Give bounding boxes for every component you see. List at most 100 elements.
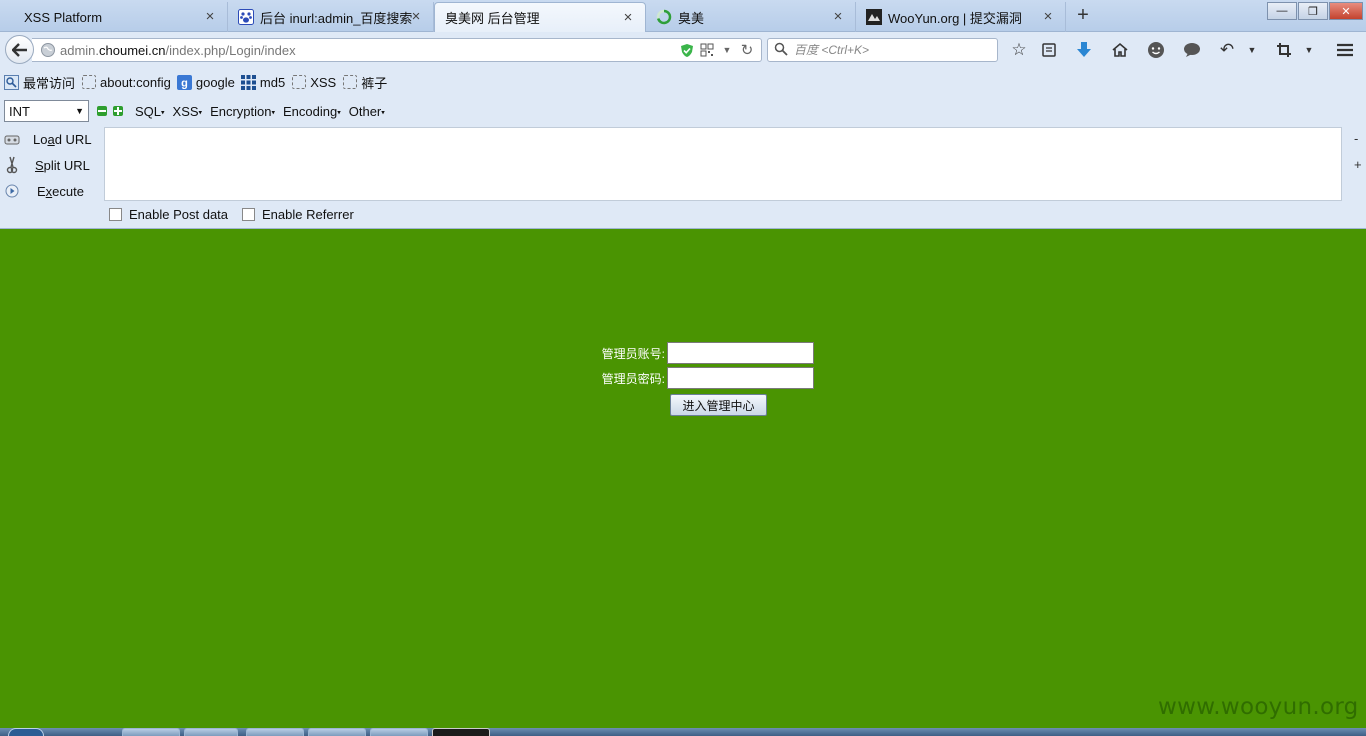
execute-label: Execute	[37, 183, 84, 199]
bookmark-star-icon[interactable]: ☆	[1007, 39, 1031, 61]
menu-sql[interactable]: SQL▾	[135, 104, 165, 119]
bookmark-xss[interactable]: XSS	[291, 75, 336, 90]
chat-bubble-icon[interactable]	[1180, 39, 1204, 61]
password-input[interactable]	[667, 367, 814, 389]
dropdown-icon[interactable]: ▼	[717, 40, 737, 60]
close-icon[interactable]: ×	[409, 8, 423, 25]
blank-page-icon	[81, 75, 96, 90]
grow-textarea-button[interactable]: +	[1354, 157, 1362, 172]
address-bar[interactable]: admin.choumei.cn/index.php/Login/index ▼…	[32, 38, 762, 62]
account-label: 管理员账号:	[601, 346, 665, 361]
start-button[interactable]	[8, 728, 44, 736]
minimize-button[interactable]: —	[1267, 2, 1297, 20]
grid-icon	[240, 74, 256, 90]
load-url-button[interactable]: Load URL	[0, 128, 100, 150]
back-arrow-icon	[11, 42, 27, 57]
bookmark-label: XSS	[310, 74, 337, 90]
crop-icon[interactable]	[1272, 39, 1296, 61]
bookmark-label: about:config	[100, 74, 171, 90]
search-icon	[774, 42, 790, 58]
bookmark-google[interactable]: g google	[176, 74, 235, 90]
taskbar-item[interactable]	[246, 728, 304, 736]
increase-icon[interactable]	[113, 106, 123, 116]
play-icon	[3, 182, 21, 200]
smiley-icon[interactable]	[1144, 39, 1168, 61]
new-tab-button[interactable]: +	[1072, 4, 1094, 28]
menu-encoding[interactable]: Encoding▾	[283, 104, 341, 119]
download-arrow-icon[interactable]	[1072, 39, 1096, 61]
split-url-button[interactable]: Split URL	[0, 154, 100, 176]
tab-wooyun[interactable]: WooYun.org | 提交漏洞 ×	[856, 2, 1066, 32]
tab-choumei[interactable]: 臭美 ×	[646, 2, 856, 32]
checkbox-box[interactable]	[109, 208, 122, 221]
tab-label: 后台 inurl:admin_百度搜索	[260, 10, 413, 26]
wooyun-icon	[866, 9, 882, 25]
scissors-icon	[3, 156, 21, 174]
password-row: 管理员密码:	[599, 367, 814, 389]
password-label: 管理员密码:	[601, 371, 665, 386]
load-url-icon	[3, 130, 21, 148]
enable-post-label: Enable Post data	[129, 207, 229, 222]
close-icon[interactable]: ×	[203, 8, 217, 25]
bookmark-label: google	[195, 74, 235, 90]
bookmarks-toolbar: 最常访问 about:config g google md5 XSS 裤子	[0, 68, 1366, 96]
enable-referrer-checkbox[interactable]: Enable Referrer	[242, 207, 354, 222]
undo-icon[interactable]: ↶	[1215, 39, 1239, 61]
tab-xss-platform[interactable]: XSS Platform ×	[0, 2, 228, 32]
back-button[interactable]	[5, 35, 34, 64]
taskbar-item[interactable]	[370, 728, 428, 736]
type-select-value: INT	[9, 103, 30, 119]
enable-post-checkbox[interactable]: Enable Post data	[109, 207, 228, 222]
load-url-label: Load URL	[33, 131, 92, 147]
checkbox-box[interactable]	[242, 208, 255, 221]
search-input[interactable]	[794, 43, 984, 57]
svg-text:g: g	[181, 77, 188, 89]
chevron-down-icon: ▼	[75, 106, 84, 116]
qr-code-icon[interactable]	[697, 40, 717, 60]
enable-referrer-label: Enable Referrer	[262, 207, 354, 222]
bookmark-kuzi[interactable]: 裤子	[342, 73, 387, 92]
taskbar-item[interactable]	[122, 728, 180, 736]
tab-baidu-search[interactable]: 后台 inurl:admin_百度搜索 ×	[228, 2, 434, 32]
hackbar-url-textarea[interactable]	[104, 127, 1342, 201]
menu-xss[interactable]: XSS▾	[173, 104, 203, 119]
menu-icon[interactable]	[1333, 39, 1357, 61]
bookmark-most-visited[interactable]: 最常访问	[4, 73, 75, 92]
execute-button[interactable]: Execute	[0, 180, 100, 202]
bookmark-label: 最常访问	[23, 75, 76, 91]
enter-admin-button[interactable]: 进入管理中心	[670, 394, 767, 416]
bookmark-md5[interactable]: md5	[240, 74, 285, 90]
taskbar-item[interactable]	[432, 728, 490, 736]
page-content: 管理员账号: 管理员密码: 进入管理中心 www.wooyun.org	[0, 229, 1366, 728]
type-select[interactable]: INT ▼	[4, 100, 89, 122]
split-url-label: Split URL	[35, 157, 90, 173]
close-window-button[interactable]: ✕	[1329, 2, 1363, 20]
menu-other[interactable]: Other▾	[349, 104, 385, 119]
hackbar-toolbar: INT ▼ SQL▾ XSS▾ Encryption▾ Encoding▾ Ot…	[0, 98, 1366, 124]
dropdown-icon[interactable]: ▼	[1297, 39, 1321, 61]
close-icon[interactable]: ×	[621, 9, 635, 26]
most-visited-icon	[4, 74, 19, 90]
navigation-bar: admin.choumei.cn/index.php/Login/index ▼…	[0, 32, 1366, 68]
close-icon[interactable]: ×	[1041, 8, 1055, 25]
bookmark-about-config[interactable]: about:config	[81, 75, 171, 90]
taskbar-item[interactable]	[184, 728, 238, 736]
reading-list-icon[interactable]	[1037, 39, 1061, 61]
tab-label: WooYun.org | 提交漏洞	[888, 10, 1022, 26]
shrink-textarea-button[interactable]: -	[1354, 131, 1358, 146]
menu-encryption[interactable]: Encryption▾	[210, 104, 275, 119]
search-bar[interactable]	[767, 38, 998, 62]
restore-button[interactable]: ❐	[1298, 2, 1328, 20]
decrease-icon[interactable]	[97, 106, 107, 116]
taskbar-item[interactable]	[308, 728, 366, 736]
dropdown-icon[interactable]: ▼	[1240, 39, 1264, 61]
tab-choumei-admin[interactable]: 臭美网 后台管理 ×	[434, 2, 646, 32]
url-text[interactable]: admin.choumei.cn/index.php/Login/index	[60, 43, 677, 58]
account-input[interactable]	[667, 342, 814, 364]
home-icon[interactable]	[1108, 39, 1132, 61]
close-icon[interactable]: ×	[831, 8, 845, 25]
reload-icon[interactable]: ↻	[737, 40, 757, 60]
taskbar	[0, 728, 1366, 736]
globe-icon	[40, 42, 56, 58]
shield-icon[interactable]	[677, 40, 697, 60]
